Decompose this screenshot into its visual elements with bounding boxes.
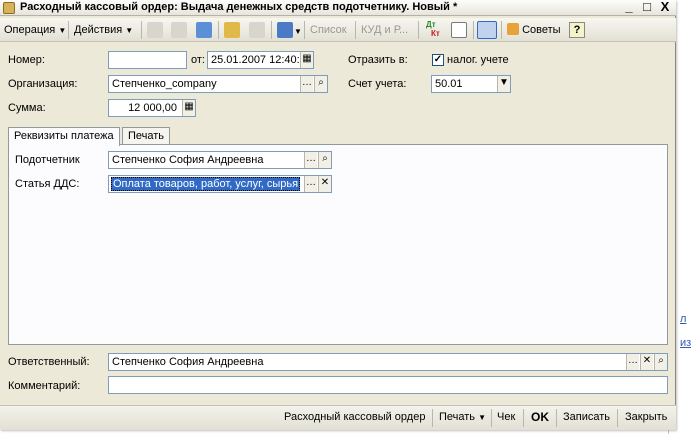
clear-icon[interactable]: ✕ [318, 176, 331, 192]
refresh-icon[interactable] [196, 22, 212, 38]
organization-label: Организация: [8, 78, 78, 90]
comment-label: Комментарий: [8, 380, 81, 392]
window-title: Расходный кассовый ордер: Выдача денежны… [20, 1, 458, 13]
select-button[interactable]: … [304, 152, 317, 168]
dds-field[interactable]: Оплата товаров, работ, услуг, сырья [108, 175, 332, 193]
search-icon[interactable]: ⌕ [314, 76, 327, 92]
clear-icon[interactable]: ✕ [640, 354, 653, 370]
toolbar-separator [491, 409, 492, 427]
dds-value: Оплата товаров, работ, услуг, сырья [111, 177, 301, 191]
dt-label: Дт [426, 20, 436, 29]
save-button[interactable]: Записать [563, 410, 610, 426]
toolbar-separator [617, 409, 618, 427]
toolbar-separator [68, 21, 69, 39]
toolbar-separator [501, 21, 502, 39]
toolbar-separator [141, 21, 142, 39]
toolbar-separator [418, 21, 419, 39]
chevron-down-icon: ▼ [125, 26, 134, 35]
check-button[interactable]: Чек [497, 410, 515, 426]
date-value: 25.01.2007 12:40:00 [211, 54, 312, 66]
calculator-icon[interactable]: ▦ [182, 100, 195, 116]
help-button[interactable]: ? [569, 22, 585, 38]
accountable-field[interactable]: Степченко София Андреевна [108, 151, 332, 169]
select-button[interactable]: … [304, 176, 317, 192]
number-label: Номер: [8, 54, 45, 66]
number-field[interactable] [108, 51, 187, 69]
actions-menu[interactable]: Действия ▼ [74, 22, 133, 38]
toolbar-separator [473, 21, 474, 39]
structure-icon[interactable] [451, 22, 467, 38]
organization-value: Степченко_company [112, 78, 217, 90]
responsible-value: Степченко София Андреевна [112, 356, 264, 368]
ok-button[interactable]: OK [531, 410, 549, 426]
tab-payment-details[interactable]: Реквизиты платежа [8, 127, 120, 146]
search-icon[interactable]: ⌕ [654, 354, 667, 370]
close-window-button[interactable]: X [657, 0, 673, 15]
date-field[interactable]: 25.01.2007 12:40:00 [207, 51, 314, 69]
select-button[interactable]: … [626, 354, 639, 370]
toolbar-separator [432, 409, 433, 427]
actions-menu-label: Действия [74, 24, 123, 36]
print-menu[interactable]: Печать ▼ [439, 410, 486, 426]
chevron-down-icon[interactable]: ▼ [497, 76, 510, 92]
background-link[interactable]: л [680, 313, 686, 325]
toolbar-separator [304, 21, 305, 39]
kt-label: Кт [431, 29, 440, 38]
account-value: 50.01 [435, 78, 463, 90]
list-button[interactable]: Список [310, 22, 347, 38]
toolbar-separator [271, 21, 272, 39]
tips-button[interactable]: Советы [507, 22, 561, 38]
accountable-label: Подотчетник [15, 154, 80, 166]
toolbar-separator [218, 21, 219, 39]
background-link[interactable]: иза [680, 337, 691, 349]
comment-field[interactable] [108, 376, 668, 394]
close-button[interactable]: Закрыть [625, 410, 667, 426]
sum-label: Сумма: [8, 102, 46, 114]
document-icon [3, 2, 15, 14]
lightbulb-icon [507, 23, 519, 35]
tax-accounting-label: налог. учете [447, 54, 509, 66]
maximize-button[interactable]: □ [639, 0, 655, 15]
organization-field[interactable]: Степченко_company [108, 75, 328, 93]
chevron-down-icon: ▼ [58, 26, 67, 35]
print-menu-label: Печать [439, 411, 476, 423]
copy-icon[interactable] [171, 22, 187, 38]
dds-label: Статья ДДС: [15, 178, 80, 190]
tab-print[interactable]: Печать [122, 127, 171, 145]
payment-details-panel [8, 144, 668, 345]
toolbar-separator [355, 21, 356, 39]
minimize-button[interactable]: _ [621, 0, 637, 15]
select-button[interactable]: … [300, 76, 313, 92]
post-document-icon[interactable] [224, 22, 240, 38]
kud-button[interactable]: КУД и Р... [361, 22, 408, 38]
date-label: от: [191, 54, 205, 66]
chevron-down-icon[interactable]: ▼ [294, 27, 302, 36]
dt-kt-icon[interactable]: Дт Кт [426, 20, 442, 40]
based-on-icon[interactable] [277, 22, 293, 38]
unpost-document-icon[interactable] [249, 22, 265, 38]
operation-menu[interactable]: Операция ▼ [4, 22, 66, 38]
toolbar-separator [556, 409, 557, 427]
toolbar-separator [523, 409, 524, 427]
back-icon[interactable] [147, 22, 163, 38]
tips-label: Советы [522, 24, 561, 36]
responsible-field[interactable]: Степченко София Андреевна [108, 353, 668, 371]
reflect-label: Отразить в: [348, 54, 408, 66]
chevron-down-icon: ▼ [478, 413, 487, 422]
tax-accounting-checkbox[interactable]: ✓ [432, 54, 444, 66]
account-label: Счет учета: [348, 78, 407, 90]
sum-value: 12 000,00 [128, 102, 177, 114]
responsible-label: Ответственный: [8, 356, 90, 368]
accountable-value: Степченко София Андреевна [112, 154, 264, 166]
calendar-icon[interactable]: ▦ [300, 52, 313, 68]
document-print-button[interactable]: Расходный кассовый ордер [284, 410, 425, 426]
operation-menu-label: Операция [4, 24, 56, 36]
settings-icon[interactable] [477, 21, 497, 39]
search-icon[interactable]: ⌕ [318, 152, 331, 168]
